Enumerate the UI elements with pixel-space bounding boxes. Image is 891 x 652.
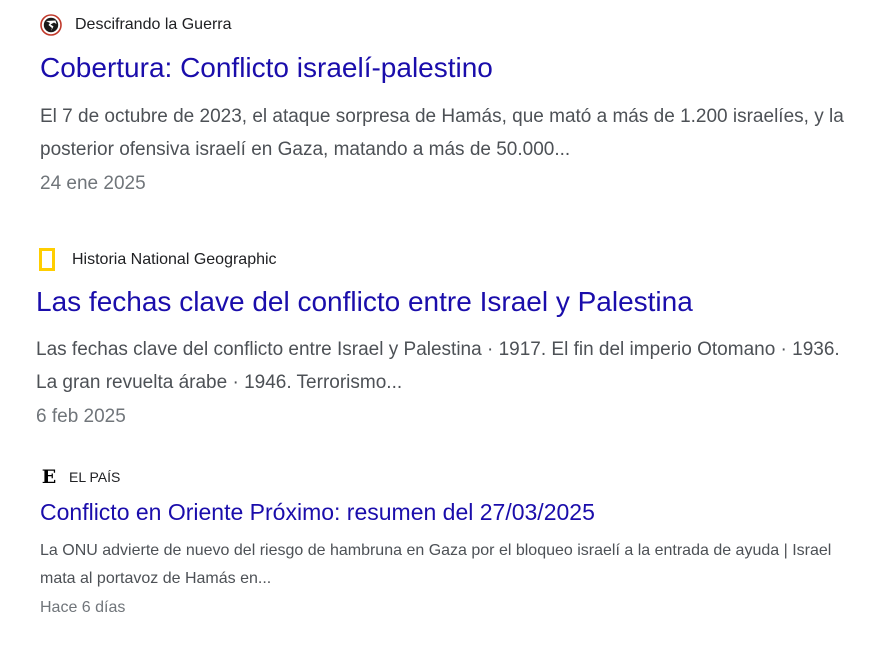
favicon-letter: E bbox=[41, 466, 57, 488]
result-title-link[interactable]: Conflicto en Oriente Próximo: resumen de… bbox=[40, 498, 891, 526]
result-date: 6 feb 2025 bbox=[36, 406, 126, 427]
search-result: E EL PAÍS Conflicto en Oriente Próximo: … bbox=[0, 466, 891, 619]
result-title-link[interactable]: Cobertura: Conflicto israelí-palestino bbox=[40, 52, 891, 84]
source-name: EL PAÍS bbox=[69, 469, 121, 485]
result-snippet: La ONU advierte de nuevo del riesgo de h… bbox=[40, 542, 832, 587]
result-snippet: Las fechas clave del conflicto entre Isr… bbox=[36, 339, 840, 393]
result-source[interactable]: Descifrando la Guerra bbox=[40, 12, 891, 38]
search-result: Historia National Geographic Las fechas … bbox=[0, 246, 891, 429]
source-name: Descifrando la Guerra bbox=[75, 16, 232, 33]
yellow-frame-icon bbox=[38, 247, 58, 273]
result-snippet: El 7 de octubre de 2023, el ataque sorpr… bbox=[40, 106, 844, 160]
source-name: Historia National Geographic bbox=[72, 251, 277, 268]
result-source[interactable]: E EL PAÍS bbox=[40, 466, 891, 488]
result-source[interactable]: Historia National Geographic bbox=[38, 246, 891, 274]
search-result: Descifrando la Guerra Cobertura: Conflic… bbox=[0, 12, 891, 196]
result-date: Hace 6 días bbox=[40, 599, 126, 616]
result-date: 24 ene 2025 bbox=[40, 173, 146, 194]
globe-arrow-icon bbox=[40, 14, 62, 36]
result-title-link[interactable]: Las fechas clave del conflicto entre Isr… bbox=[36, 286, 891, 318]
elpais-e-icon: E bbox=[40, 467, 58, 487]
